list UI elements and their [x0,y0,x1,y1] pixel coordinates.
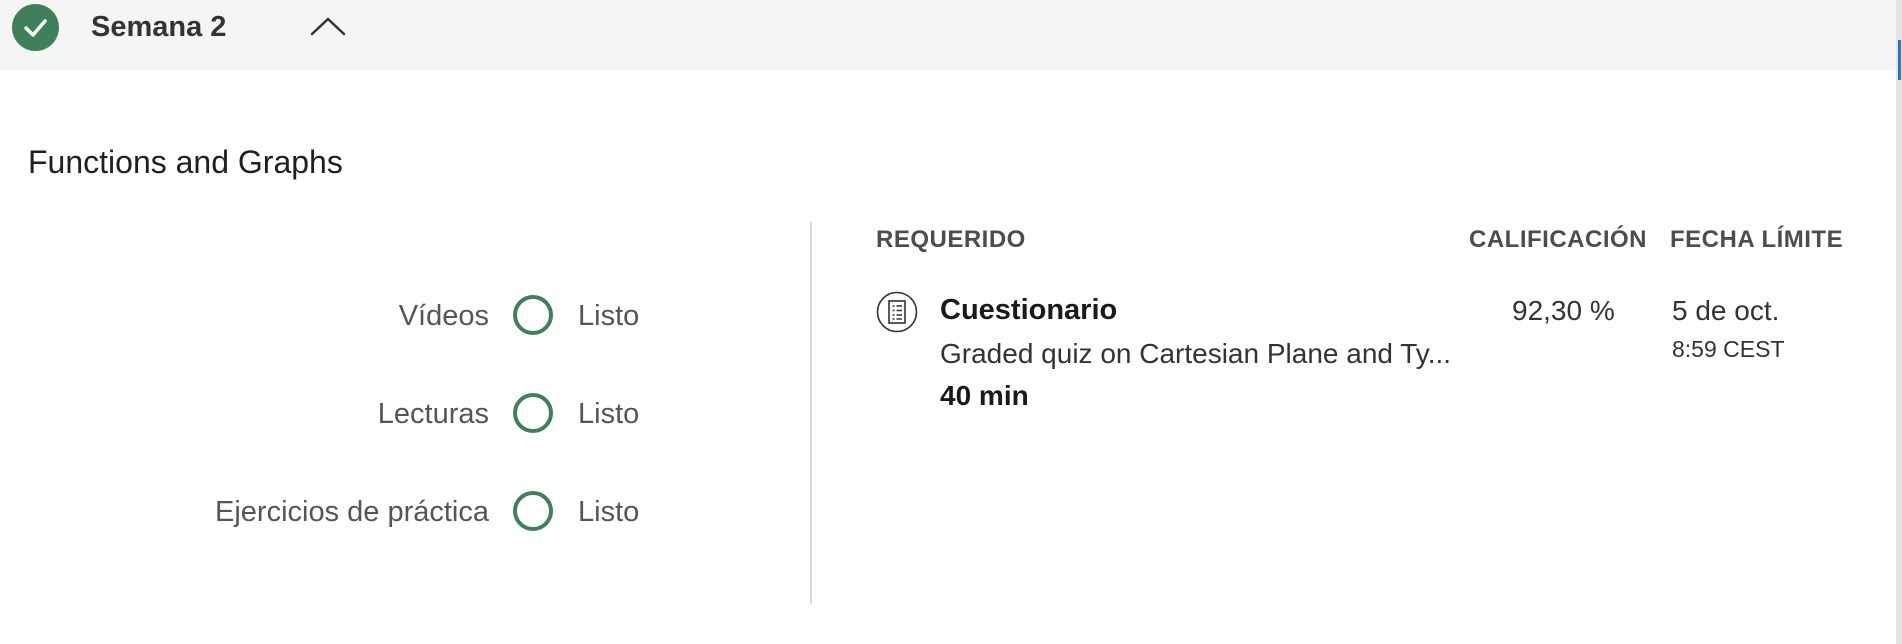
week-title: Semana 2 [91,11,227,43]
progress-label: Vídeos [398,300,489,332]
progress-row-practice: Ejercicios de práctica Listo [0,488,700,538]
progress-ring-icon [513,295,553,335]
progress-row-videos: Vídeos Listo [0,292,700,342]
progress-label: Lecturas [377,398,489,430]
item-due-date: 5 de oct. [1672,295,1780,326]
progress-row-readings: Lecturas Listo [0,390,700,440]
item-duration: 40 min [940,380,1029,411]
item-type-link[interactable]: Cuestionario [940,294,1117,327]
week-header[interactable]: Semana 2 [0,0,1896,70]
check-circle-icon [12,4,59,51]
header-due: FECHA LÍMITE [1670,226,1844,253]
progress-status: Listo [578,300,640,332]
header-required: REQUERIDO [876,226,1026,253]
chevron-up-icon[interactable] [308,12,348,42]
item-due-time: 8:59 CEST [1672,336,1785,362]
column-divider [810,222,812,604]
progress-ring-icon [513,393,553,433]
quiz-document-icon [876,291,918,333]
progress-label: Ejercicios de práctica [215,496,489,528]
progress-status: Listo [578,398,640,430]
progress-ring-icon [513,491,553,531]
scrollbar-thumb[interactable] [1898,40,1901,80]
progress-status: Listo [578,496,640,528]
scrollbar[interactable] [1896,0,1902,644]
item-name-link[interactable]: Graded quiz on Cartesian Plane and Ty... [940,338,1451,370]
item-grade: 92,30 % [1512,295,1615,326]
header-grade: CALIFICACIÓN [1469,226,1647,253]
module-title: Functions and Graphs [28,144,343,180]
